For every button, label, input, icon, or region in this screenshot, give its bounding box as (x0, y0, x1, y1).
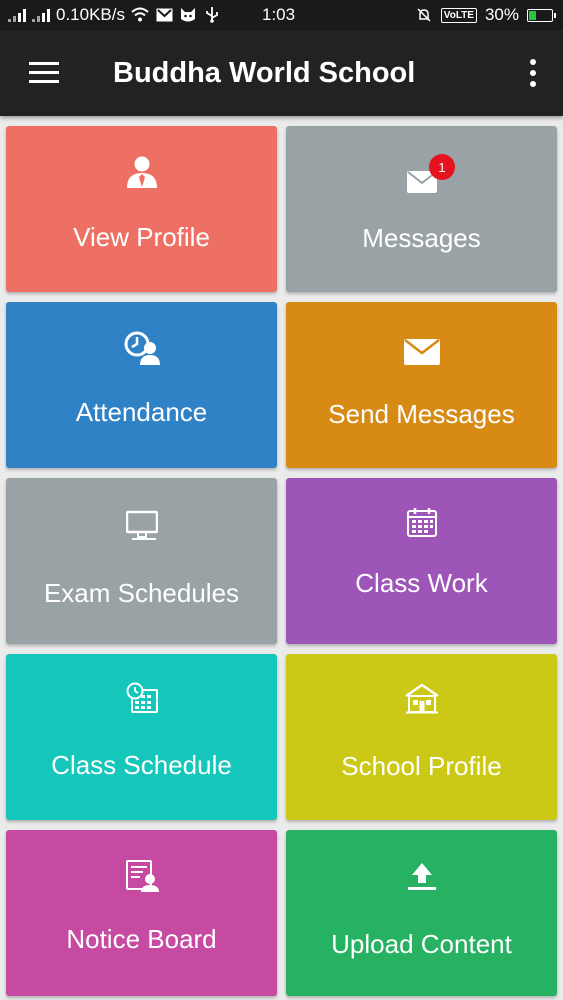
app-bar: Buddha World School (0, 30, 563, 116)
app-title: Buddha World School (113, 56, 416, 89)
tile-attendance[interactable]: Attendance (6, 302, 277, 468)
tile-label: Messages (362, 223, 481, 253)
gmail-icon (155, 7, 173, 23)
more-vert-icon[interactable] (523, 56, 543, 90)
calendar-icon (402, 502, 442, 542)
tile-school-profile[interactable]: School Profile (286, 654, 557, 820)
signal-icon (32, 8, 50, 22)
hamburger-menu-icon[interactable] (22, 57, 64, 89)
cat-app-icon (179, 7, 197, 23)
status-left: 0.10KB/s (8, 0, 221, 30)
wifi-icon (131, 7, 149, 23)
clock-calendar-icon (122, 678, 162, 718)
tile-label: Send Messages (328, 399, 515, 429)
tile-label: View Profile (73, 222, 210, 252)
status-right: VoLTE 30% (415, 0, 556, 30)
tile-send-messages[interactable]: Send Messages (286, 302, 557, 468)
tile-label: Upload Content (331, 929, 512, 959)
school-building-icon (402, 678, 442, 718)
upload-icon (402, 856, 442, 896)
tile-exam-schedules[interactable]: Exam Schedules (6, 478, 277, 644)
tile-class-schedule[interactable]: Class Schedule (6, 654, 277, 820)
user-profile-icon (122, 152, 162, 192)
monitor-icon (122, 506, 162, 546)
tile-label: Class Work (355, 568, 488, 598)
tile-label: School Profile (341, 751, 502, 781)
tile-messages[interactable]: 1 Messages (286, 126, 557, 292)
status-time: 1:03 (262, 5, 296, 24)
bell-off-icon (415, 7, 433, 23)
unread-badge: 1 (429, 154, 455, 180)
battery-icon (527, 8, 556, 22)
tile-label: Class Schedule (51, 750, 232, 780)
tile-label: Exam Schedules (43, 578, 240, 608)
signal-icon (8, 8, 26, 22)
notice-board-icon (122, 856, 162, 896)
tile-label: Attendance (75, 397, 208, 427)
tile-upload-content[interactable]: Upload Content (286, 830, 557, 996)
network-speed: 0.10KB/s (56, 5, 125, 24)
usb-icon (203, 7, 221, 23)
battery-percent: 30% (484, 5, 519, 24)
tile-notice-board[interactable]: Notice Board (6, 830, 277, 996)
envelope-icon (402, 332, 442, 372)
tile-class-work[interactable]: Class Work (286, 478, 557, 644)
tile-view-profile[interactable]: View Profile (6, 126, 277, 292)
status-bar: 0.10KB/s 1:03 VoLTE 30% (0, 0, 563, 30)
clock-user-icon (122, 328, 162, 368)
volte-badge: VoLTE (440, 7, 477, 23)
tile-label: Notice Board (66, 924, 217, 954)
